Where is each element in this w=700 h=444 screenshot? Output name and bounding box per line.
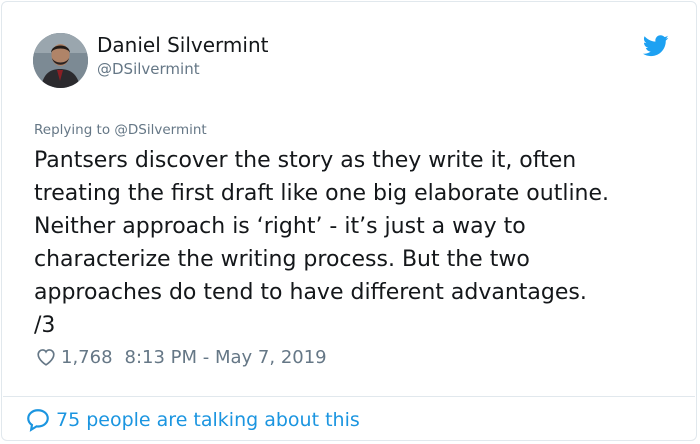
speech-bubble-icon xyxy=(27,409,49,432)
twitter-bird-icon[interactable] xyxy=(643,35,669,57)
tweet-meta: 1,768 8:13 PM - May 7, 2019 xyxy=(35,345,327,369)
avatar[interactable] xyxy=(33,33,88,88)
tweet-text: Pantsers discover the story as they writ… xyxy=(34,148,610,338)
replying-to[interactable]: Replying to @DSilvermint xyxy=(34,122,207,138)
talking-link[interactable]: 75 people are talking about this xyxy=(25,407,360,433)
avatar-image xyxy=(33,33,88,88)
author-handle[interactable]: @DSilvermint xyxy=(97,60,200,78)
tweet-card: Daniel Silvermint @DSilvermint Replying … xyxy=(1,1,697,441)
author-name[interactable]: Daniel Silvermint xyxy=(97,33,268,57)
heart-icon[interactable] xyxy=(35,346,57,368)
divider xyxy=(3,396,695,397)
talking-text[interactable]: 75 people are talking about this xyxy=(56,409,360,431)
like-count[interactable]: 1,768 xyxy=(61,347,113,368)
timestamp[interactable]: 8:13 PM - May 7, 2019 xyxy=(125,347,327,368)
